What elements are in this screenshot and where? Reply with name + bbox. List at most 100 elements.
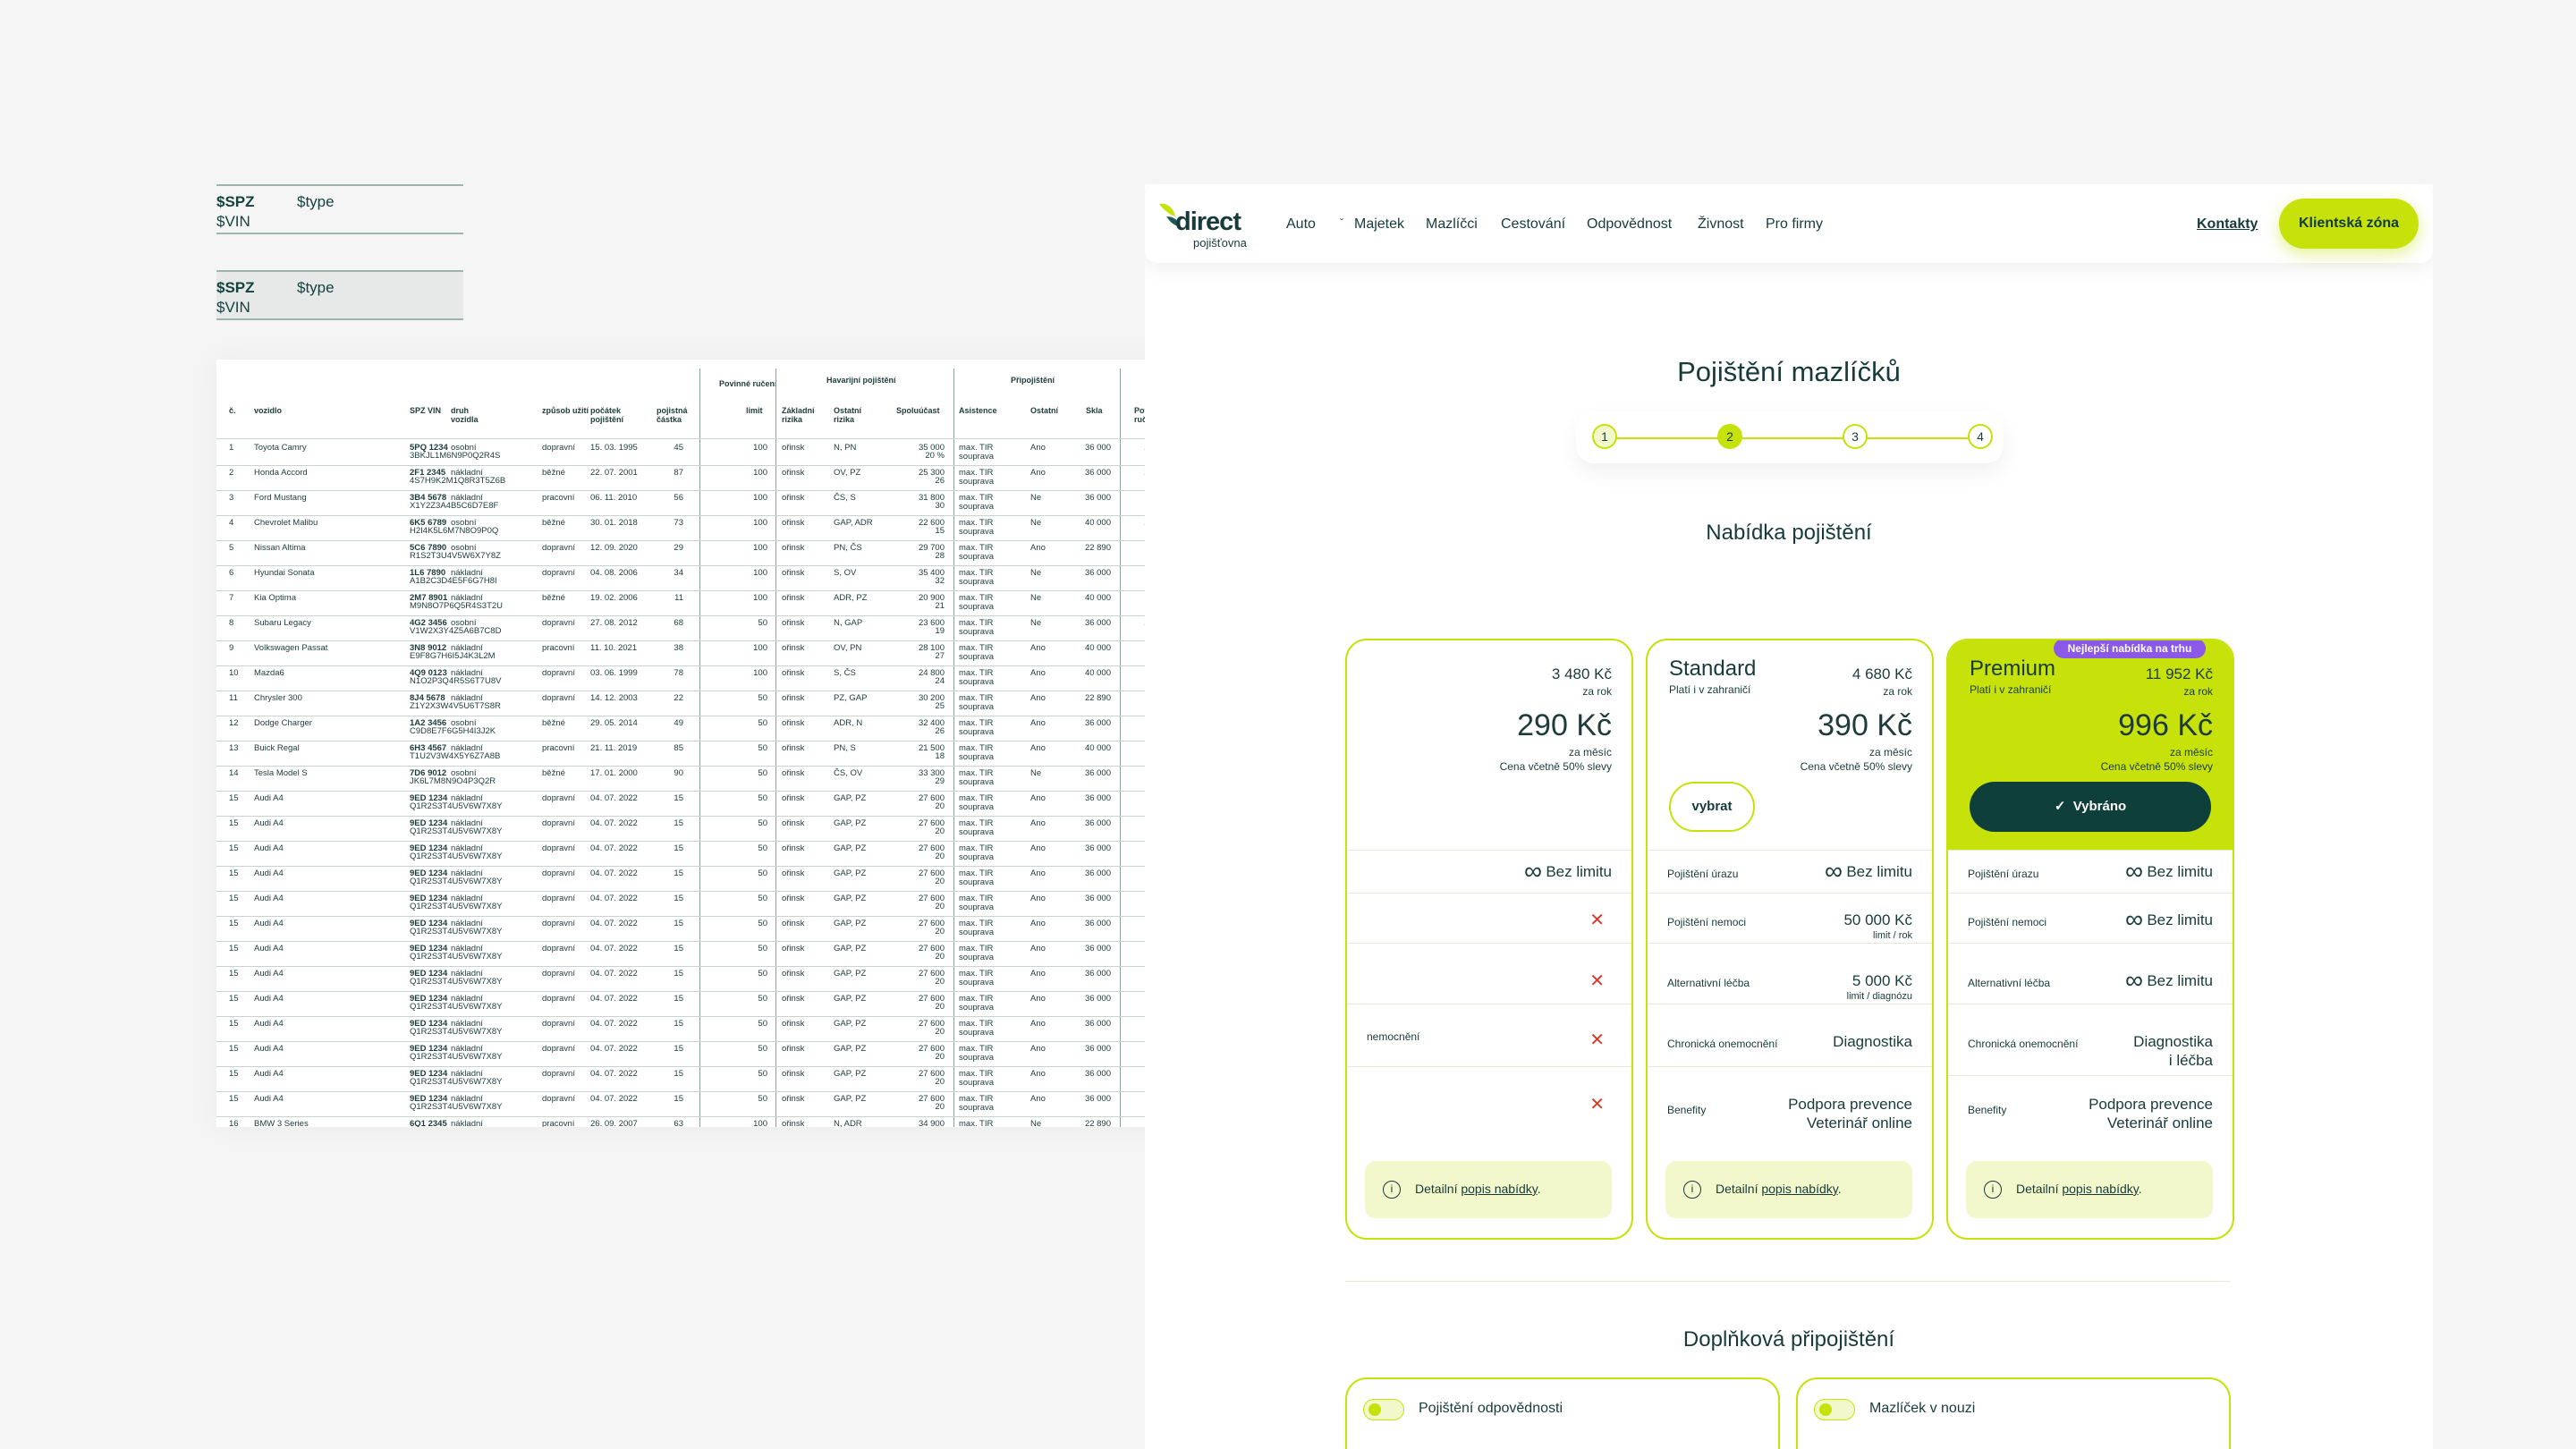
vin: Q1R2S3T4U5V6W7X8Y <box>410 826 503 836</box>
detail-link[interactable]: popis nabídky <box>1461 1182 1537 1196</box>
feature-label: Pojištění nemoci <box>1667 916 1747 928</box>
limit: 100 <box>753 543 767 553</box>
addon-label: Pojištění odpovědnosti <box>1419 1401 1563 1416</box>
vehicle-name: Volkswagen Passat <box>254 643 328 653</box>
start-date: 29. 05. 2014 <box>590 718 638 728</box>
assistance: max. TIR souprava <box>959 768 995 787</box>
start-date: 19. 02. 2006 <box>590 593 638 603</box>
other-addon: Ne <box>1030 768 1042 778</box>
info-icon: i <box>1683 1181 1701 1199</box>
vehicle-name: Audi A4 <box>254 818 284 828</box>
plan-card-standard[interactable]: Standard Platí i v zahraničí 4 680 Kč za… <box>1646 639 1934 1240</box>
glass: 40 000 <box>1084 518 1111 528</box>
row-number: 7 <box>229 593 234 603</box>
check-icon: ✓ <box>2054 799 2073 814</box>
vehicle-type: nákladní <box>451 693 483 703</box>
insured-amount: 90 <box>674 768 683 778</box>
vehicle-name: Hyundai Sonata <box>254 568 315 578</box>
step-2[interactable]: 2 <box>1717 424 1742 449</box>
deductible-pct: 26 <box>935 726 945 736</box>
other-risk: GAP, PZ <box>834 843 867 853</box>
client-zone-button[interactable]: Klientská zóna <box>2279 199 2419 249</box>
glass: 22 890 <box>1084 693 1111 703</box>
vin: 4S7H9K2M1Q8R3T5Z6B <box>410 476 506 486</box>
start-date: 04. 07. 2022 <box>590 818 638 828</box>
addon-card-liability[interactable]: Pojištění odpovědnosti <box>1345 1377 1780 1449</box>
selected-button[interactable]: ✓ Vybráno <box>1970 782 2211 832</box>
limit: 50 <box>758 1044 767 1054</box>
other-risk: S, ČS <box>834 668 856 678</box>
usage: dopravní <box>542 1094 575 1104</box>
info-icon: i <box>1383 1181 1401 1199</box>
feature-label: Benefity <box>1968 1104 2007 1116</box>
base-risk: ořinsk <box>782 969 805 979</box>
step-1[interactable]: 1 <box>1592 424 1617 449</box>
vehicle-type: nákladní <box>451 944 483 953</box>
insured-amount: 68 <box>674 618 683 628</box>
other-risk: ČS, OV <box>834 768 863 778</box>
addon-toggle[interactable] <box>1814 1399 1855 1420</box>
row-number: 11 <box>229 693 238 703</box>
feature-sub: limit / diagnózu <box>1846 991 1912 1002</box>
detail-link[interactable]: popis nabídky <box>1761 1182 1837 1196</box>
cross-icon: ✕ <box>1589 911 1605 930</box>
stepper-line <box>1605 437 1973 439</box>
direct-logo[interactable]: direct pojišťovna <box>1154 193 1261 256</box>
plan-card-premium[interactable]: Premium Platí i v zahraničí 11 952 Kč za… <box>1946 639 2234 1240</box>
nav-mazlicci[interactable]: Mazlíčci <box>1426 216 1478 233</box>
base-risk: ořinsk <box>782 643 805 653</box>
chevron-down-icon: ˇ <box>1340 216 1343 229</box>
assistance: max. TIR souprava <box>959 894 995 912</box>
row-number: 14 <box>229 768 239 778</box>
addon-card-emergency[interactable]: Mazlíček v nouzi <box>1796 1377 2231 1449</box>
vehicle-type: osobní <box>451 768 477 778</box>
row-number: 15 <box>229 818 239 828</box>
page-title: Pojištění mazlíčků <box>1677 356 1901 387</box>
base-risk: ořinsk <box>782 518 805 528</box>
start-date: 26. 09. 2007 <box>590 1119 638 1128</box>
vin: N1O2P3Q4R5S6T7U8V <box>410 676 502 686</box>
limit: 50 <box>758 743 767 753</box>
limit: 50 <box>758 1019 767 1029</box>
other-addon: Ne <box>1030 568 1042 578</box>
limit: 100 <box>753 493 767 503</box>
deductible-pct: 20 <box>935 1002 945 1012</box>
deductible-pct: 20 <box>935 1052 945 1062</box>
plan-card-basic[interactable]: 3 480 Kč za rok 290 Kč za měsíc Cena vče… <box>1345 639 1633 1240</box>
other-addon: Ano <box>1030 869 1046 878</box>
select-button[interactable]: vybrat <box>1669 782 1755 832</box>
nav-odpovednost[interactable]: Odpovědnost <box>1587 216 1672 233</box>
month-suffix: za měsíc <box>1568 746 1612 758</box>
vehicle-type: nákladní <box>451 1044 483 1054</box>
vehicle-name: Audi A4 <box>254 969 284 979</box>
insured-amount: 15 <box>674 919 683 928</box>
insured-amount: 15 <box>674 1019 683 1029</box>
vehicle-name: Audi A4 <box>254 843 284 853</box>
nav-majetek[interactable]: Majetek <box>1354 216 1404 233</box>
other-addon: Ano <box>1030 843 1046 853</box>
plan-name: Premium <box>1970 657 2056 681</box>
detail-link[interactable]: popis nabídky <box>2062 1182 2138 1196</box>
vehicle-type: osobní <box>451 443 477 453</box>
usage: dopravní <box>542 443 575 453</box>
usage: pracovní <box>542 1119 575 1128</box>
detail-prefix: Detailní <box>1415 1182 1458 1196</box>
addon-toggle[interactable] <box>1363 1399 1404 1420</box>
vehicle-type: nákladní <box>451 1094 483 1104</box>
info-icon: i <box>1984 1181 2002 1199</box>
nav-cestovani[interactable]: Cestování <box>1501 216 1565 233</box>
usage: dopravní <box>542 568 575 578</box>
other-risk: ADR, PZ <box>834 593 868 603</box>
contacts-link[interactable]: Kontakty <box>2197 216 2258 233</box>
usage: dopravní <box>542 1069 575 1079</box>
top-navigation: direct pojišťovna Auto ˇ Majetek Mazlíčc… <box>1145 184 2433 263</box>
nav-zivnost[interactable]: Živnost <box>1698 216 1744 233</box>
step-4[interactable]: 4 <box>1968 424 1993 449</box>
assistance: max. TIR souprava <box>959 1069 995 1088</box>
nav-auto[interactable]: Auto <box>1286 216 1316 233</box>
nav-pro-firmy[interactable]: Pro firmy <box>1766 216 1823 233</box>
base-risk: ořinsk <box>782 1094 805 1104</box>
other-addon: Ano <box>1030 718 1046 728</box>
step-3[interactable]: 3 <box>1843 424 1868 449</box>
start-date: 04. 07. 2022 <box>590 1019 638 1029</box>
